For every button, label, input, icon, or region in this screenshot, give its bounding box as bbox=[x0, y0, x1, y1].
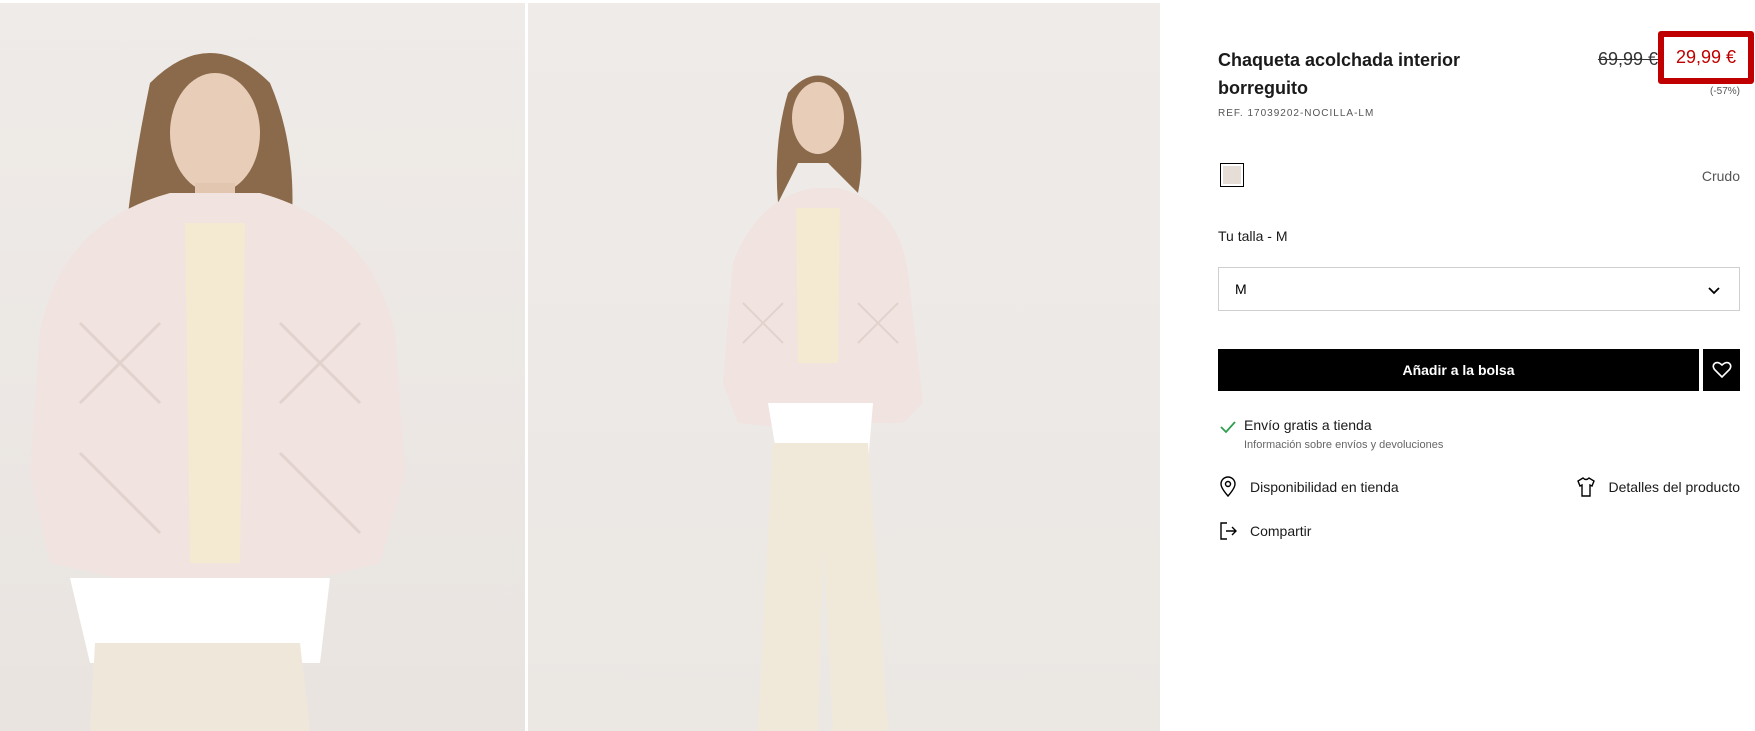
product-details-label: Detalles del producto bbox=[1608, 479, 1740, 495]
tshirt-icon bbox=[1577, 477, 1596, 497]
check-icon bbox=[1220, 421, 1236, 434]
location-pin-icon bbox=[1220, 476, 1236, 498]
shipping-info-link[interactable]: Información sobre envíos y devoluciones bbox=[1244, 439, 1443, 451]
product-details-link[interactable]: Detalles del producto bbox=[1576, 476, 1740, 498]
share-link[interactable]: Compartir bbox=[1218, 520, 1311, 542]
size-select[interactable]: M bbox=[1218, 267, 1740, 311]
model-full-body-illustration bbox=[723, 75, 923, 731]
add-to-bag-button[interactable]: Añadir a la bolsa bbox=[1218, 349, 1699, 391]
store-availability-link[interactable]: Disponibilidad en tienda bbox=[1218, 476, 1399, 498]
original-price: 69,99 € bbox=[1597, 49, 1658, 69]
product-gallery bbox=[0, 0, 1160, 731]
sale-price-box: 29,99 € bbox=[1658, 31, 1754, 84]
color-swatch-fill bbox=[1223, 166, 1241, 184]
product-info-panel: Chaqueta acolchada interior borreguito R… bbox=[1218, 0, 1754, 731]
wishlist-button[interactable] bbox=[1703, 349, 1740, 391]
discount-percentage: (-57%) bbox=[1709, 86, 1740, 97]
heart-icon bbox=[1711, 361, 1732, 379]
color-name: Crudo bbox=[1701, 168, 1740, 184]
chevron-down-icon bbox=[1708, 287, 1720, 295]
product-photo-closeup[interactable] bbox=[0, 3, 525, 731]
sale-price: 29,99 € bbox=[1675, 47, 1737, 67]
share-icon bbox=[1220, 522, 1237, 540]
share-label: Compartir bbox=[1250, 523, 1312, 539]
product-photo-full-body[interactable] bbox=[528, 3, 1160, 731]
free-shipping-label: Envío gratis a tienda bbox=[1244, 417, 1372, 433]
size-selected-value: M bbox=[1235, 281, 1247, 297]
store-availability-label: Disponibilidad en tienda bbox=[1250, 479, 1399, 495]
size-label: Tu talla - M bbox=[1218, 228, 1288, 244]
product-title: Chaqueta acolchada interior borreguito bbox=[1218, 50, 1461, 98]
color-swatch[interactable] bbox=[1220, 163, 1244, 187]
model-closeup-illustration bbox=[30, 53, 405, 731]
product-reference: REF. 17039202-NOCILLA-LM bbox=[1218, 108, 1375, 119]
